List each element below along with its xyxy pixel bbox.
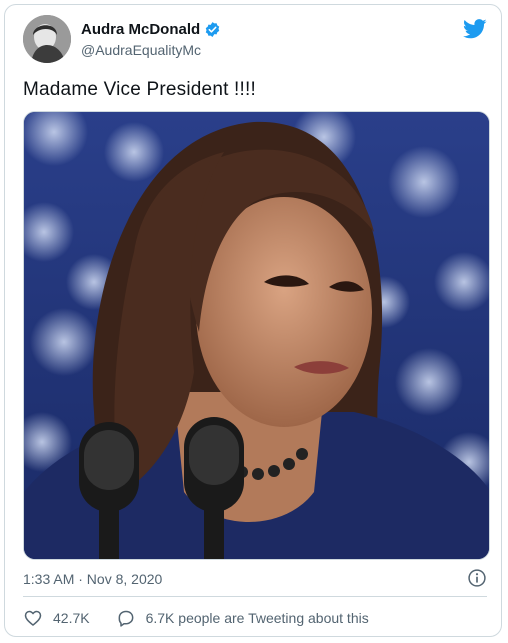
tweet-timestamp[interactable]: 1:33 AM · Nov 8, 2020 (23, 571, 162, 587)
author-name-row[interactable]: Audra McDonald (81, 21, 221, 38)
tweet-text: Madame Vice President !!!! (23, 79, 256, 100)
heart-icon[interactable] (23, 608, 43, 628)
like-action[interactable]: 42.7K (23, 608, 116, 628)
tweet-card[interactable]: Audra McDonald @AudraEqualityMc Madame V… (4, 4, 502, 637)
likes-count[interactable]: 42.7K (53, 610, 90, 626)
divider (23, 596, 487, 597)
author-display-name[interactable]: Audra McDonald (81, 21, 200, 38)
verified-badge-icon (205, 22, 220, 37)
tweet-photo[interactable] (23, 111, 490, 560)
avatar[interactable] (23, 15, 71, 63)
tweeting-about-action[interactable]: 6.7K people are Tweeting about this (116, 608, 369, 628)
twitter-bird-icon[interactable] (463, 19, 487, 39)
engagement-bar: 42.7K 6.7K people are Tweeting about thi… (23, 608, 369, 628)
author-handle[interactable]: @AudraEqualityMc (81, 42, 201, 58)
tweeting-about-text[interactable]: 6.7K people are Tweeting about this (146, 610, 369, 626)
speech-bubble-icon[interactable] (116, 608, 136, 628)
info-icon[interactable] (467, 568, 487, 588)
